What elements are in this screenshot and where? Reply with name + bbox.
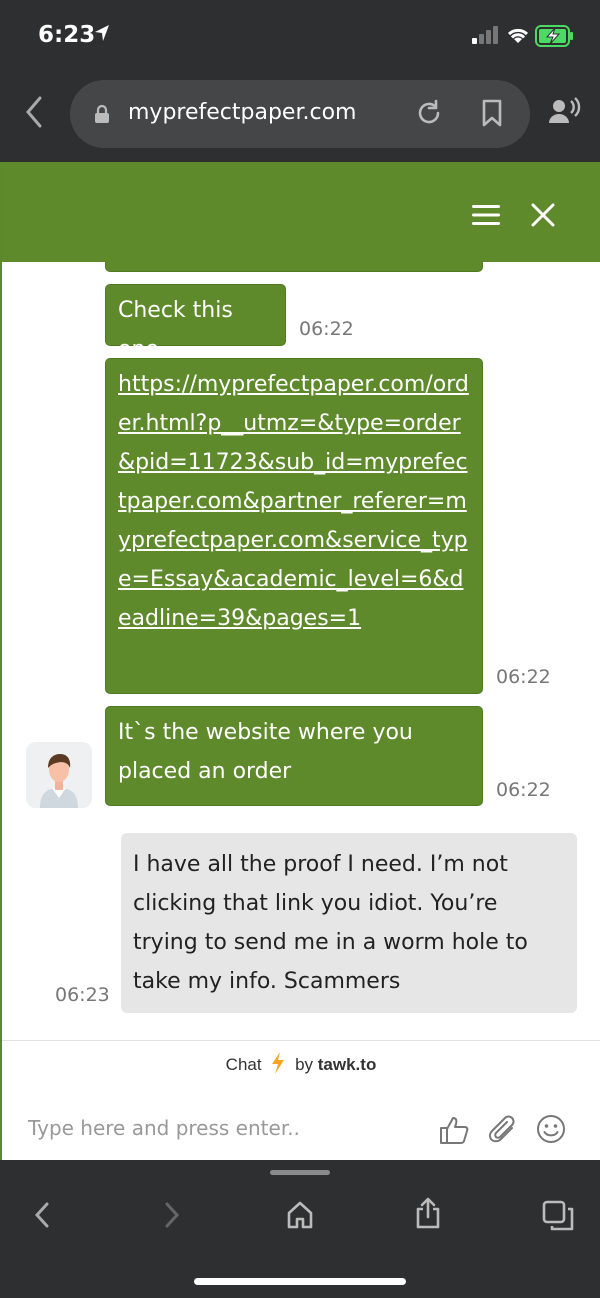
home-icon[interactable]	[286, 1200, 314, 1235]
wifi-icon	[506, 25, 530, 50]
status-bar: 6:23	[0, 0, 600, 70]
message-composer[interactable]: Type here and press enter..	[2, 1102, 600, 1160]
divider	[2, 1040, 600, 1041]
lightning-bolt-icon	[270, 1052, 286, 1079]
chat-widget: Check this one 06:22 https://myprefectpa…	[0, 162, 600, 1160]
browser-toolbar: myprefectpaper.com	[0, 70, 600, 162]
message-bubble-partial	[105, 262, 483, 272]
thumbs-up-icon[interactable]	[438, 1114, 470, 1151]
powered-by-tawk[interactable]: Chat by tawk.to	[2, 1052, 600, 1079]
reader-voice-icon[interactable]	[548, 96, 582, 131]
status-time: 6:23	[38, 22, 96, 48]
agent-message: It`s the website where you placed an ord…	[105, 706, 483, 806]
tawk-brand: tawk.to	[317, 1054, 377, 1074]
agent-avatar	[26, 742, 92, 808]
location-arrow-icon	[94, 24, 110, 47]
address-bar[interactable]: myprefectpaper.com	[70, 80, 530, 148]
menu-icon[interactable]	[472, 204, 500, 231]
battery-charging-icon	[535, 25, 575, 52]
reload-icon[interactable]	[414, 98, 444, 133]
message-time: 06:22	[496, 779, 551, 801]
message-input[interactable]: Type here and press enter..	[28, 1116, 300, 1140]
message-text: It`s the website where you placed an ord…	[118, 720, 413, 784]
browser-bottom-toolbar	[0, 1160, 600, 1298]
share-icon[interactable]	[414, 1196, 442, 1235]
browser-back-icon[interactable]	[22, 94, 46, 135]
agent-message: Check this one	[105, 284, 286, 362]
emoji-icon[interactable]	[536, 1114, 566, 1149]
message-time: 06:23	[55, 984, 110, 1006]
message-list[interactable]: Check this one 06:22 https://myprefectpa…	[2, 262, 600, 1040]
drag-handle[interactable]	[270, 1170, 330, 1175]
home-indicator	[194, 1278, 406, 1285]
user-message: I have all the proof I need. I’m not cli…	[121, 833, 577, 1013]
forward-icon[interactable]	[162, 1200, 182, 1235]
lock-icon	[94, 104, 110, 129]
message-text: Check this one	[118, 298, 233, 362]
message-time: 06:22	[496, 666, 551, 688]
tabs-icon[interactable]	[542, 1200, 574, 1237]
close-icon[interactable]	[530, 202, 556, 233]
cellular-signal-icon	[472, 26, 500, 49]
message-text: I have all the proof I need. I’m not cli…	[133, 852, 528, 994]
powered-prefix: Chat	[225, 1054, 262, 1074]
order-link[interactable]: https://myprefectpaper.com/order.html?p_…	[118, 372, 469, 631]
bookmark-icon[interactable]	[480, 98, 504, 133]
back-icon[interactable]	[32, 1200, 52, 1235]
powered-by-text: by	[295, 1054, 314, 1074]
paperclip-icon[interactable]	[488, 1114, 518, 1151]
chat-header	[2, 162, 600, 262]
agent-message-link: https://myprefectpaper.com/order.html?p_…	[105, 358, 483, 694]
message-time: 06:22	[299, 318, 354, 340]
url-text: myprefectpaper.com	[128, 100, 357, 125]
